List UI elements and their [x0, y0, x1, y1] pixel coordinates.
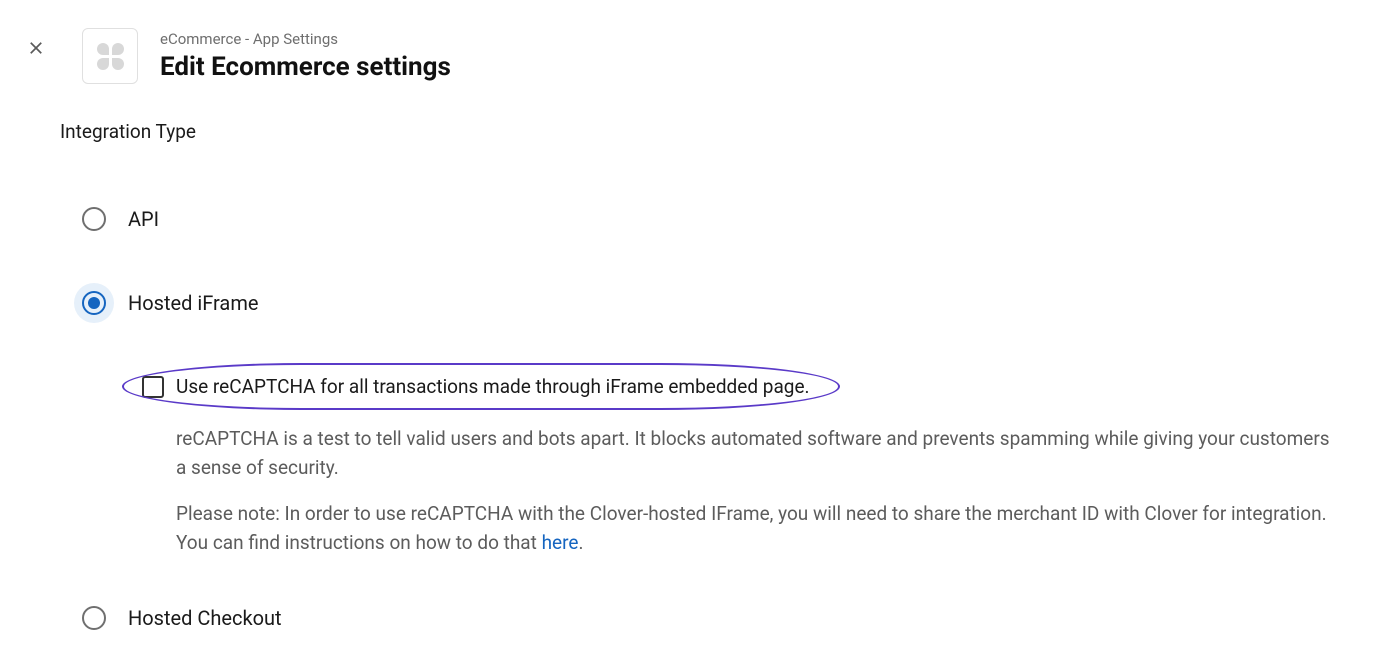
help2-suffix: .: [578, 531, 583, 554]
recaptcha-checkbox-row: Use reCAPTCHA for all transactions made …: [128, 367, 834, 406]
breadcrumb: eCommerce - App Settings: [160, 30, 451, 48]
radio-icon: [82, 606, 106, 630]
app-icon: [82, 28, 138, 84]
radio-label-hosted-checkout: Hosted Checkout: [128, 606, 282, 630]
close-button[interactable]: [20, 32, 52, 64]
radio-icon: [82, 207, 106, 231]
main-content: eCommerce - App Settings Edit Ecommerce …: [82, 28, 1374, 638]
recaptcha-checkbox-label: Use reCAPTCHA for all transactions made …: [176, 375, 810, 398]
settings-dialog: eCommerce - App Settings Edit Ecommerce …: [0, 0, 1394, 658]
page-title: Edit Ecommerce settings: [160, 52, 451, 82]
radio-label-api: API: [128, 207, 159, 231]
radio-option-api[interactable]: API: [82, 199, 1374, 239]
recaptcha-instructions-link[interactable]: here: [542, 531, 579, 554]
dialog-header: eCommerce - App Settings Edit Ecommerce …: [82, 28, 1374, 84]
radio-option-hosted-checkout[interactable]: Hosted Checkout: [82, 598, 1374, 638]
recaptcha-help-text-2: Please note: In order to use reCAPTCHA w…: [176, 499, 1336, 558]
radio-option-hosted-iframe[interactable]: Hosted iFrame: [82, 283, 1374, 323]
section-title: Integration Type: [60, 120, 1374, 143]
radio-icon: [82, 291, 106, 315]
help2-prefix: Please note: In order to use reCAPTCHA w…: [176, 502, 1327, 554]
close-icon: [27, 39, 45, 57]
hosted-iframe-sub-options: Use reCAPTCHA for all transactions made …: [128, 367, 1374, 574]
integration-type-radio-group: API Hosted iFrame Use reCAPTCHA for all …: [82, 199, 1374, 638]
recaptcha-checkbox[interactable]: [142, 376, 164, 398]
radio-label-hosted-iframe: Hosted iFrame: [128, 291, 258, 315]
recaptcha-help-text-1: reCAPTCHA is a test to tell valid users …: [176, 424, 1336, 483]
